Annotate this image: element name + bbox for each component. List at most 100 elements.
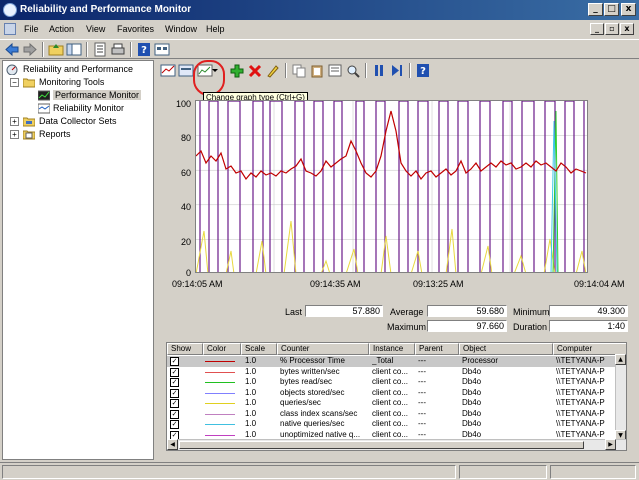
mdi-restore-button[interactable]: ▫	[605, 23, 619, 35]
view-current-activity-icon[interactable]	[160, 63, 176, 78]
tree-item-performance-monitor[interactable]: Performance Monitor	[6, 89, 154, 102]
counter-row[interactable]: ✓ 1.0 % Processor Time _Total --- Processor \\…	[167, 356, 616, 367]
tree-item-reports[interactable]: + Reports	[6, 128, 154, 141]
paste-counter-list-icon[interactable]	[309, 63, 325, 78]
cell-object: Processor	[462, 356, 499, 365]
cell-computer: \\TETYANA-P	[556, 429, 605, 439]
average-value: 59.680	[427, 305, 507, 317]
color-swatch	[205, 403, 235, 404]
column-header-object[interactable]: Object	[459, 343, 553, 355]
collapse-icon[interactable]: −	[10, 78, 19, 87]
mdi-minimize-button[interactable]: _	[590, 23, 604, 35]
column-header-scale[interactable]: Scale	[241, 343, 277, 355]
counter-list[interactable]: Show Color Scale Counter Instance Parent…	[166, 342, 627, 451]
cell-scale: 1.0	[245, 366, 257, 376]
counter-row[interactable]: ✓ 1.0 queries/sec client co... --- Db4o \\TETY…	[167, 398, 616, 409]
status-panel	[550, 465, 636, 479]
up-folder-icon[interactable]	[48, 42, 64, 57]
column-header-color[interactable]: Color	[203, 343, 241, 355]
view-log-data-icon[interactable]	[178, 63, 194, 78]
scroll-up-button[interactable]: ▲	[615, 354, 626, 365]
back-icon[interactable]	[4, 42, 20, 57]
counter-row[interactable]: ✓ 1.0 bytes read/sec client co... --- Db4o \\T…	[167, 377, 616, 388]
mdi-close-button[interactable]: x	[620, 23, 634, 35]
console-window-icon[interactable]	[154, 42, 170, 57]
cell-instance: client co...	[372, 408, 409, 418]
delete-counter-icon[interactable]	[247, 63, 263, 78]
cell-object: Db4o	[462, 398, 482, 407]
menu-window[interactable]: Window	[165, 24, 197, 34]
help-icon[interactable]: ?	[136, 42, 152, 57]
tree-item-label: Monitoring Tools	[39, 77, 105, 87]
highlight-icon[interactable]	[265, 63, 281, 78]
update-data-icon[interactable]	[389, 63, 405, 78]
print-icon[interactable]	[110, 42, 126, 57]
menu-help[interactable]: Help	[206, 24, 225, 34]
column-header-counter[interactable]: Counter	[277, 343, 369, 355]
performance-graph[interactable]	[195, 100, 588, 273]
duration-label: Duration	[513, 322, 548, 332]
properties-icon[interactable]	[327, 63, 343, 78]
scroll-left-button[interactable]: ◀	[167, 439, 178, 450]
cell-object: Db4o	[462, 419, 482, 428]
expand-icon[interactable]: +	[10, 130, 19, 139]
show-checkbox[interactable]: ✓	[170, 378, 179, 387]
copy-properties-icon[interactable]	[291, 63, 307, 78]
forward-icon[interactable]	[22, 42, 38, 57]
counter-row[interactable]: ✓ 1.0 class index scans/sec client co... ---…	[167, 409, 616, 420]
horizontal-scrollbar[interactable]: ◀ ▶	[167, 439, 626, 450]
horizontal-scroll-thumb[interactable]	[179, 441, 584, 449]
properties-icon[interactable]	[92, 42, 108, 57]
tree-item-reliability-performance[interactable]: Reliability and Performance	[6, 63, 154, 76]
counter-row[interactable]: ✓ 1.0 objects stored/sec client co... --- Db4…	[167, 388, 616, 399]
add-counter-icon[interactable]	[229, 63, 245, 78]
maximize-button[interactable]: □	[604, 3, 619, 16]
menu-favorites[interactable]: Favorites	[117, 24, 154, 34]
status-panel	[2, 465, 456, 479]
show-checkbox[interactable]: ✓	[170, 420, 179, 429]
console-tree-icon[interactable]	[66, 42, 82, 57]
cell-parent: ---	[418, 356, 426, 365]
expand-icon[interactable]: +	[10, 117, 19, 126]
show-checkbox[interactable]: ✓	[170, 357, 179, 366]
close-button[interactable]: x	[621, 3, 636, 16]
toolbar-separator	[285, 63, 287, 78]
show-checkbox[interactable]: ✓	[170, 409, 179, 419]
menu-view[interactable]: View	[86, 24, 105, 34]
cell-parent: ---	[418, 398, 426, 407]
counter-row[interactable]: ✓ 1.0 bytes written/sec client co... --- Db4o…	[167, 367, 616, 378]
tree-item-monitoring-tools[interactable]: − Monitoring Tools	[6, 76, 154, 89]
cyan-series	[550, 120, 558, 272]
tree-item-label: Performance Monitor	[53, 90, 142, 100]
tree-item-label: Reliability and Performance	[23, 64, 134, 74]
zoom-icon[interactable]	[345, 63, 361, 78]
cell-scale: 1.0	[245, 429, 257, 439]
column-header-show[interactable]: Show	[167, 343, 203, 355]
folder-icon	[23, 78, 35, 88]
menu-file[interactable]: File	[24, 24, 39, 34]
cell-computer: \\TETYANA-P	[556, 356, 605, 365]
cell-scale: 1.0	[245, 356, 257, 365]
menu-action[interactable]: Action	[49, 24, 74, 34]
freeze-display-icon[interactable]	[371, 63, 387, 78]
tree-item-label: Reliability Monitor	[53, 103, 125, 113]
cell-instance: client co...	[372, 419, 409, 428]
show-checkbox[interactable]: ✓	[170, 399, 179, 408]
cell-scale: 1.0	[245, 398, 257, 407]
tree-item-reliability-monitor[interactable]: Reliability Monitor	[6, 102, 154, 115]
minimize-button[interactable]: _	[588, 3, 603, 16]
show-checkbox[interactable]: ✓	[170, 367, 179, 377]
cell-computer: \\TETYANA-P	[556, 366, 605, 376]
cell-counter: unoptimized native q...	[280, 429, 361, 439]
counter-row[interactable]: ✓ 1.0 native queries/sec client co... --- Db4…	[167, 419, 616, 430]
show-checkbox[interactable]: ✓	[170, 388, 179, 398]
document-icon[interactable]	[4, 23, 16, 35]
column-header-parent[interactable]: Parent	[415, 343, 459, 355]
cell-scale: 1.0	[245, 408, 257, 418]
column-header-instance[interactable]: Instance	[369, 343, 415, 355]
help-icon[interactable]: ?	[415, 63, 431, 78]
tree-item-data-collector-sets[interactable]: + Data Collector Sets	[6, 115, 154, 128]
vertical-scrollbar[interactable]: ▲ ▼	[615, 354, 626, 441]
tree-item-label: Reports	[39, 129, 71, 139]
scroll-right-button[interactable]: ▶	[605, 439, 616, 450]
